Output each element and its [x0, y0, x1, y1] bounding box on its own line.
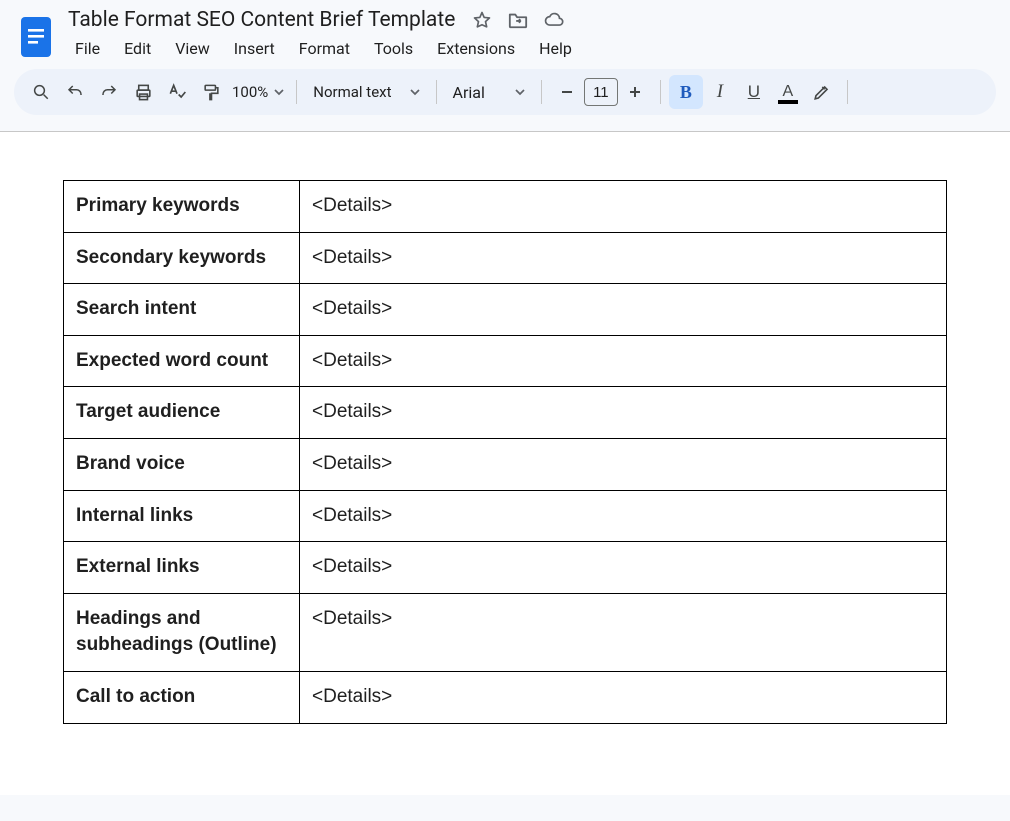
row-label[interactable]: Expected word count	[64, 335, 300, 387]
bold-icon: B	[680, 82, 692, 103]
text-color-button[interactable]: A	[771, 75, 805, 109]
zoom-value: 100%	[232, 83, 268, 101]
row-label[interactable]: Search intent	[64, 284, 300, 336]
table-row[interactable]: Brand voice<Details>	[64, 438, 947, 490]
row-label[interactable]: Call to action	[64, 671, 300, 723]
header-titles: Table Format SEO Content Brief Template …	[66, 7, 581, 62]
menu-bar: File Edit View Insert Format Tools Exten…	[66, 35, 581, 62]
spellcheck-button[interactable]	[160, 75, 194, 109]
toolbar-separator	[660, 80, 661, 104]
zoom-dropdown[interactable]: 100%	[228, 83, 288, 101]
table-row[interactable]: Call to action<Details>	[64, 671, 947, 723]
toolbar: 100% Normal text Arial	[14, 69, 996, 115]
increase-font-size-button[interactable]	[618, 75, 652, 109]
row-label[interactable]: Brand voice	[64, 438, 300, 490]
row-value[interactable]: <Details>	[300, 181, 947, 233]
docs-logo[interactable]	[16, 11, 56, 63]
undo-button[interactable]	[58, 75, 92, 109]
paint-format-button[interactable]	[194, 75, 228, 109]
row-value[interactable]: <Details>	[300, 438, 947, 490]
chevron-down-icon	[410, 87, 420, 97]
redo-button[interactable]	[92, 75, 126, 109]
print-button[interactable]	[126, 75, 160, 109]
table-row[interactable]: Search intent<Details>	[64, 284, 947, 336]
bold-button[interactable]: B	[669, 75, 703, 109]
row-value[interactable]: <Details>	[300, 671, 947, 723]
row-label[interactable]: Primary keywords	[64, 181, 300, 233]
document-title[interactable]: Table Format SEO Content Brief Template	[66, 7, 457, 33]
menu-help[interactable]: Help	[530, 35, 581, 62]
header-bar: Table Format SEO Content Brief Template …	[0, 0, 1010, 63]
document-canvas[interactable]: Primary keywords<Details>Secondary keywo…	[0, 132, 1010, 795]
menu-edit[interactable]: Edit	[115, 35, 160, 62]
text-color-icon: A	[778, 83, 798, 101]
row-value[interactable]: <Details>	[300, 335, 947, 387]
toolbar-separator	[847, 80, 848, 104]
menu-view[interactable]: View	[166, 35, 219, 62]
menu-extensions[interactable]: Extensions	[428, 35, 524, 62]
row-value[interactable]: <Details>	[300, 490, 947, 542]
content-brief-table[interactable]: Primary keywords<Details>Secondary keywo…	[63, 180, 947, 724]
document-page[interactable]: Primary keywords<Details>Secondary keywo…	[63, 180, 947, 724]
search-menus-button[interactable]	[24, 75, 58, 109]
font-size-input[interactable]	[584, 78, 618, 106]
table-row[interactable]: Primary keywords<Details>	[64, 181, 947, 233]
highlight-color-button[interactable]	[805, 75, 839, 109]
toolbar-container: 100% Normal text Arial	[0, 63, 1010, 132]
row-value[interactable]: <Details>	[300, 284, 947, 336]
chevron-down-icon	[515, 87, 525, 97]
row-value[interactable]: <Details>	[300, 542, 947, 594]
font-family-dropdown[interactable]: Arial	[445, 83, 533, 102]
font-size-control	[550, 75, 652, 109]
toolbar-separator	[436, 80, 437, 104]
italic-icon: I	[717, 81, 723, 103]
table-row[interactable]: Secondary keywords<Details>	[64, 232, 947, 284]
menu-insert[interactable]: Insert	[225, 35, 284, 62]
paragraph-style-value: Normal text	[313, 83, 391, 101]
row-value[interactable]: <Details>	[300, 387, 947, 439]
table-row[interactable]: Headings and subheadings (Outline)<Detai…	[64, 593, 947, 671]
row-label[interactable]: Target audience	[64, 387, 300, 439]
italic-button[interactable]: I	[703, 75, 737, 109]
font-family-value: Arial	[453, 83, 485, 102]
decrease-font-size-button[interactable]	[550, 75, 584, 109]
menu-tools[interactable]: Tools	[365, 35, 422, 62]
table-row[interactable]: Target audience<Details>	[64, 387, 947, 439]
row-value[interactable]: <Details>	[300, 232, 947, 284]
toolbar-separator	[541, 80, 542, 104]
menu-file[interactable]: File	[66, 35, 109, 62]
menu-format[interactable]: Format	[290, 35, 359, 62]
row-label[interactable]: Secondary keywords	[64, 232, 300, 284]
table-row[interactable]: External links<Details>	[64, 542, 947, 594]
row-label[interactable]: Headings and subheadings (Outline)	[64, 593, 300, 671]
table-row[interactable]: Expected word count<Details>	[64, 335, 947, 387]
cloud-status-icon[interactable]	[543, 9, 565, 31]
row-label[interactable]: Internal links	[64, 490, 300, 542]
row-label[interactable]: External links	[64, 542, 300, 594]
star-icon[interactable]	[471, 9, 493, 31]
paragraph-style-dropdown[interactable]: Normal text	[305, 83, 427, 101]
underline-button[interactable]: U	[737, 75, 771, 109]
toolbar-separator	[296, 80, 297, 104]
table-row[interactable]: Internal links<Details>	[64, 490, 947, 542]
chevron-down-icon	[274, 87, 284, 97]
row-value[interactable]: <Details>	[300, 593, 947, 671]
move-to-folder-icon[interactable]	[507, 9, 529, 31]
underline-icon: U	[748, 82, 760, 102]
